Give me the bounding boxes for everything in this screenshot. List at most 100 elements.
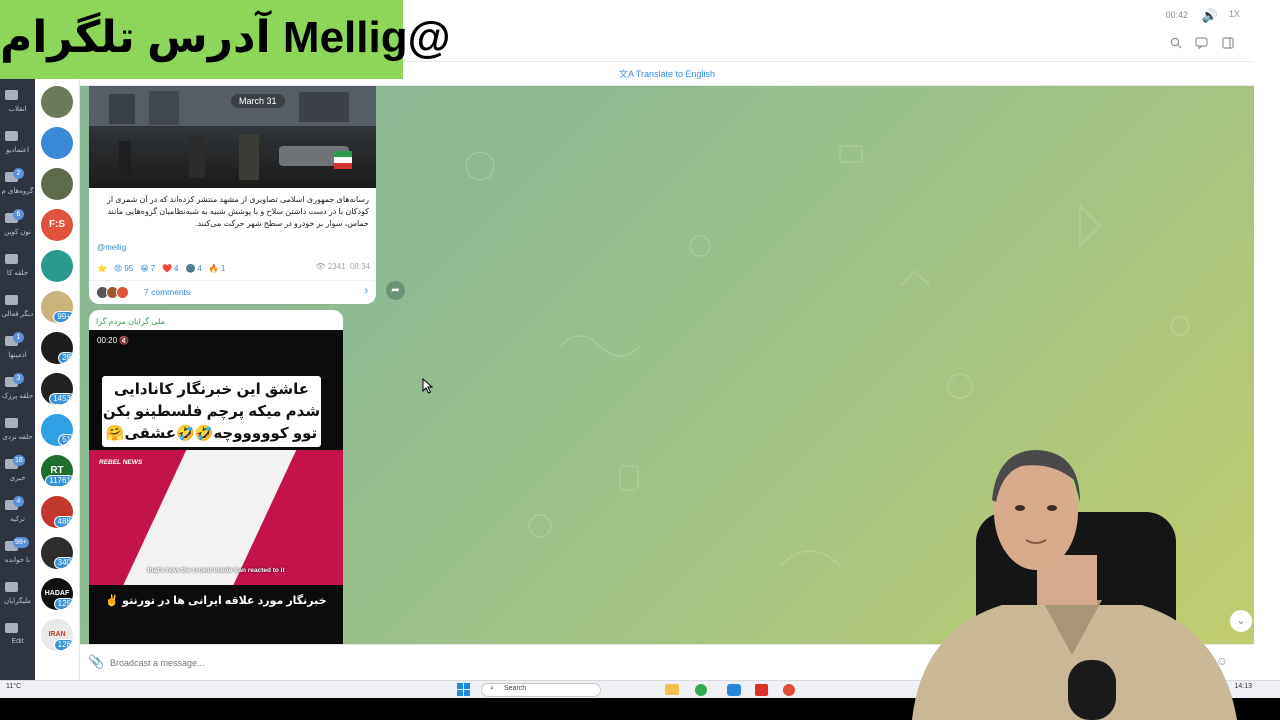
chat-avatar[interactable]: RT 11761: [41, 455, 73, 487]
reaction-count: 4: [197, 264, 202, 273]
chat-avatar[interactable]: [41, 168, 73, 200]
reaction-chip[interactable]: 😁 7: [140, 264, 155, 273]
comments-count[interactable]: 7 comments: [144, 287, 190, 297]
app-icon[interactable]: [727, 684, 741, 696]
app-icon[interactable]: [783, 684, 795, 696]
reaction-chip[interactable]: 🌚 4: [185, 264, 201, 273]
banner-text: آدرس تلگرام Mellig@: [0, 13, 451, 62]
chat-avatar[interactable]: [41, 250, 73, 282]
chat-avatar[interactable]: [41, 86, 73, 118]
video-player[interactable]: 00:20 🔇 عاشق این خبرنگار کانادایی شدم می…: [89, 330, 343, 644]
post-photo[interactable]: March 31: [89, 86, 376, 188]
folder-8[interactable]: حلقه نزدی: [0, 414, 35, 454]
folder-unread-badge: 2: [13, 168, 24, 179]
search-icon[interactable]: [1170, 37, 1182, 52]
share-icon[interactable]: ➦: [386, 281, 405, 300]
chat-avatar[interactable]: HADAF 125: [41, 578, 73, 610]
mouse-cursor-icon: [422, 378, 434, 394]
video-subtitle: that's how the crowd inside Iran reacted…: [147, 567, 285, 574]
comments-icon[interactable]: [1195, 37, 1208, 52]
unread-count-badge: 125: [53, 598, 73, 610]
mute-icon[interactable]: 🔇: [119, 336, 129, 345]
chat-avatar[interactable]: 340: [41, 537, 73, 569]
folder-icon: [5, 90, 18, 100]
post-author[interactable]: ملی گرایان مردم گرا: [96, 317, 165, 326]
folder-label: اعتمادیو: [5, 147, 30, 154]
channel-post[interactable]: ملی گرایان مردم گرا 00:20 🔇 عاشق این خبر…: [89, 310, 343, 644]
folder-12[interactable]: ملیگرایان: [0, 578, 35, 618]
folder-11[interactable]: نا خوانده 99+: [0, 537, 35, 577]
taskbar-search[interactable]: ⌕ Search: [481, 683, 601, 697]
reaction-chip[interactable]: 😡 95: [114, 264, 133, 273]
comments-button[interactable]: 7 comments ›: [89, 280, 376, 304]
folder-1[interactable]: اعتمادیو: [0, 127, 35, 167]
folder-9[interactable]: خبری 16: [0, 455, 35, 495]
folder-icon: [5, 582, 18, 592]
folder-0[interactable]: انقلاب: [0, 86, 35, 126]
unread-count-badge: 28: [58, 352, 73, 364]
reaction-chip[interactable]: 🔥 1: [209, 264, 225, 273]
translate-label[interactable]: Translate to English: [636, 69, 715, 79]
folder-label: ادمینها: [8, 352, 27, 359]
reaction-count: 95: [124, 264, 134, 273]
chevron-right-icon: ›: [364, 285, 368, 297]
eye-icon: 👁: [315, 262, 328, 271]
weather-widget[interactable]: 11°C: [6, 683, 21, 690]
channel-handle-link[interactable]: @mellig: [97, 243, 126, 252]
folder-3[interactable]: نون کوین 6: [0, 209, 35, 249]
volume-icon[interactable]: 🔊: [1202, 8, 1218, 24]
chat-avatar[interactable]: 1453: [41, 373, 73, 405]
video-app-icon[interactable]: [755, 684, 768, 696]
folder-7[interactable]: حلقه پرزک 3: [0, 373, 35, 413]
folder-unread-badge: 4: [13, 496, 24, 507]
post-text: رسانه‌های جمهوری اسلامی تصاویری از مشهد …: [106, 195, 369, 228]
folder-unread-badge: 6: [13, 209, 24, 220]
sidebar-toggle-icon[interactable]: [1222, 37, 1234, 52]
unread-count-badge: 340: [53, 557, 73, 569]
folder-label: ترکیه: [9, 516, 25, 523]
reaction-emoji: 😡: [113, 264, 123, 273]
avatar-label: F:S: [48, 219, 66, 230]
chat-avatar[interactable]: IRAN 126: [41, 619, 73, 651]
folder-10[interactable]: ترکیه 4: [0, 496, 35, 536]
folder-4[interactable]: حلقه کا: [0, 250, 35, 290]
telegram-address-banner: آدرس تلگرام Mellig@: [0, 0, 451, 79]
message-input[interactable]: [110, 654, 510, 672]
file-explorer-icon[interactable]: [665, 684, 679, 695]
chat-avatar[interactable]: F:S: [41, 209, 73, 241]
folder-2[interactable]: گروه‌های م 2: [0, 168, 35, 208]
channel-post[interactable]: March 31 رسانه‌های جمهوری اسلامی تصاویری…: [89, 86, 376, 304]
folder-icon: [5, 418, 18, 428]
chrome-icon[interactable]: [695, 684, 707, 696]
search-icon: ⌕: [490, 685, 494, 692]
reaction-count: 4: [173, 264, 179, 273]
reaction-emoji: 😁: [140, 264, 149, 273]
reaction-chip[interactable]: ❤️ 4: [162, 264, 178, 273]
folder-label: خبری: [9, 475, 26, 482]
chat-avatar[interactable]: 28: [41, 332, 73, 364]
folder-label: دیگر فعالی: [1, 311, 34, 318]
unread-count-badge: 488: [53, 516, 73, 528]
chat-avatar[interactable]: 488: [41, 496, 73, 528]
chat-avatar[interactable]: 51: [41, 414, 73, 446]
folder-13[interactable]: Edit: [0, 619, 35, 659]
folder-icon: [5, 295, 18, 305]
news-graphic: REBEL NEWS that's how the crowd inside I…: [89, 450, 343, 585]
chat-avatar[interactable]: [41, 127, 73, 159]
folder-unread-badge: 3: [13, 373, 24, 384]
folder-unread-badge: 99+: [13, 537, 29, 548]
chat-avatar[interactable]: 99+: [41, 291, 73, 323]
attach-icon[interactable]: 📎: [88, 654, 104, 670]
windows-start-icon[interactable]: [457, 683, 471, 697]
reaction-chip[interactable]: ⭐: [97, 264, 107, 273]
webcam-presenter: [912, 450, 1237, 720]
telegram-window: انقلاب اعتمادیو گروه‌های م 2 نون کوین 6 حلقه ک…: [0, 0, 1280, 720]
playback-speed[interactable]: 1X: [1229, 9, 1240, 19]
post-meta: 👁 2341 08:34: [315, 262, 370, 271]
folder-icon: [5, 623, 18, 633]
folder-5[interactable]: دیگر فعالی: [0, 291, 35, 331]
folder-6[interactable]: ادمینها 1: [0, 332, 35, 372]
unread-count-badge: 126: [53, 639, 73, 651]
player-time: 00:42: [1165, 10, 1188, 20]
folder-unread-badge: 16: [13, 455, 25, 466]
